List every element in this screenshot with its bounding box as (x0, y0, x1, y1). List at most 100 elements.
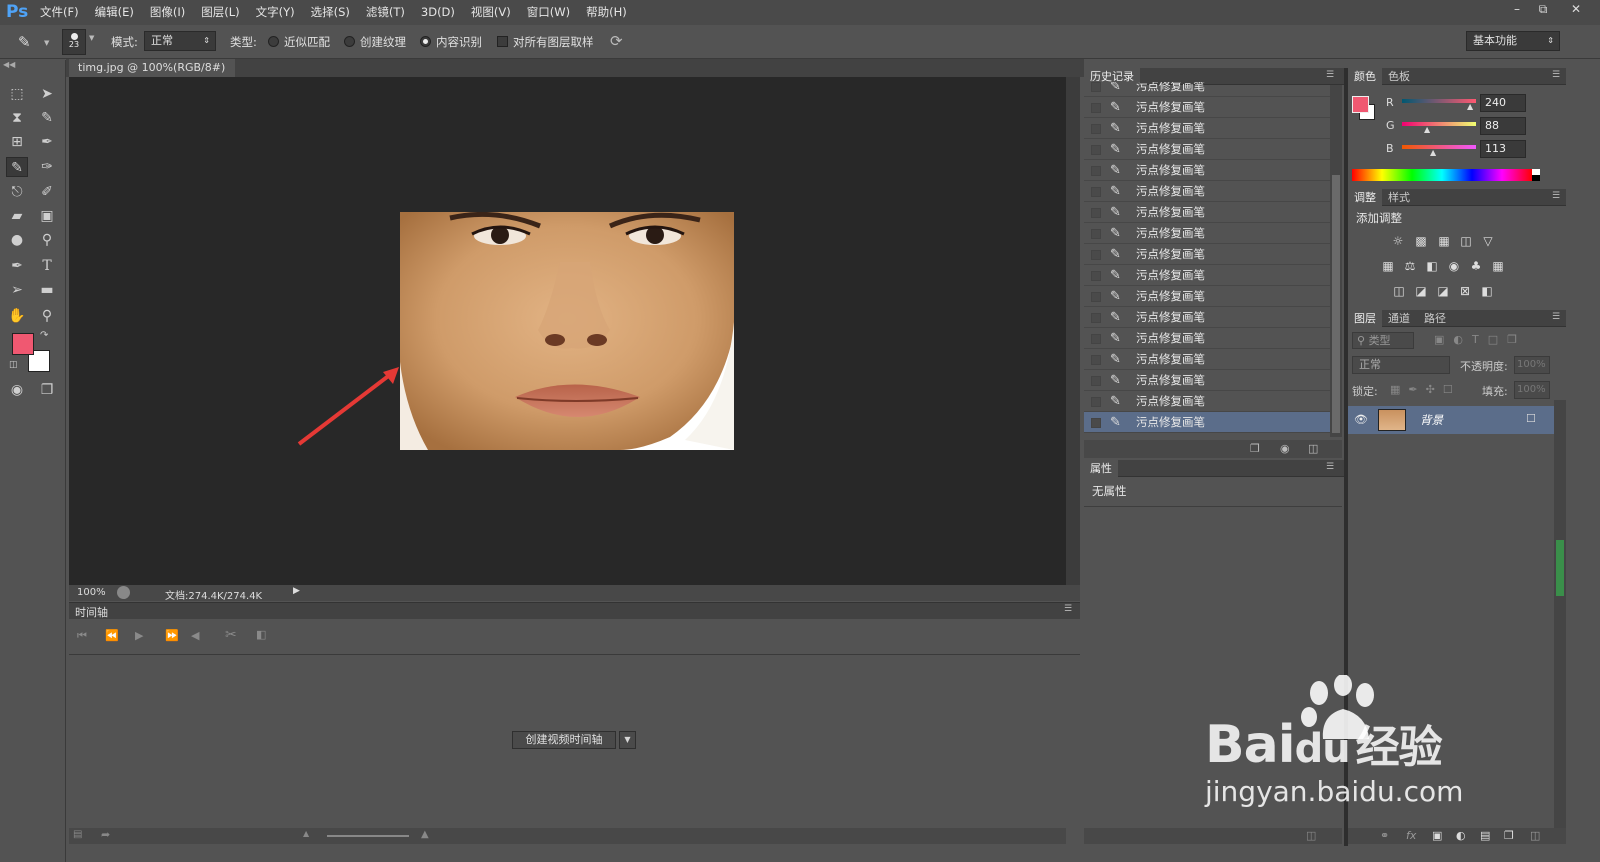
tab-styles[interactable]: 样式 (1382, 189, 1416, 206)
history-source-checkbox[interactable] (1091, 376, 1101, 386)
slider-thumb-icon[interactable]: ▲ (1430, 148, 1436, 157)
selective-color-icon[interactable]: ⊠ (1457, 284, 1473, 298)
status-menu-arrow-icon[interactable]: ▶ (293, 586, 300, 596)
b-slider[interactable] (1402, 145, 1476, 149)
brightness-icon[interactable]: ☼ (1390, 234, 1406, 248)
move-tool-icon[interactable]: ➤ (36, 84, 58, 104)
trash-icon[interactable]: ◫ (1306, 829, 1316, 842)
menu-type[interactable]: 文字(Y) (248, 0, 303, 25)
color-balance-icon[interactable]: ⚖ (1402, 259, 1418, 273)
panel-menu-icon[interactable]: ☰ (1326, 70, 1334, 80)
menu-view[interactable]: 视图(V) (463, 0, 519, 25)
spot-healing-tool-icon[interactable]: ✎ (6, 157, 28, 177)
history-source-checkbox[interactable] (1091, 166, 1101, 176)
blend-mode-select[interactable]: 正常 (1352, 356, 1450, 374)
eye-visibility-icon[interactable]: 👁 (1354, 413, 1368, 426)
history-state-item[interactable]: ✎ 污点修复画笔 (1084, 349, 1330, 370)
scrollbar-thumb[interactable] (1556, 540, 1564, 596)
r-value-field[interactable]: 240 (1480, 94, 1526, 112)
link-layers-icon[interactable]: ⚭ (1380, 829, 1389, 842)
history-state-item[interactable]: ✎ 污点修复画笔 (1084, 223, 1330, 244)
default-colors-icon[interactable]: ◫ (9, 360, 18, 370)
history-source-checkbox[interactable] (1091, 397, 1101, 407)
brush-tool-icon[interactable]: ✑ (36, 157, 58, 177)
tab-properties[interactable]: 属性 (1084, 460, 1118, 477)
audio-icon[interactable]: ◀ (191, 629, 199, 642)
zoom-level[interactable]: 100% (77, 587, 106, 598)
radio-proximity-match[interactable]: 近似匹配 (268, 34, 330, 50)
levels-icon[interactable]: ▩ (1413, 234, 1429, 248)
play-icon[interactable]: ▶ (135, 629, 143, 642)
close-icon[interactable]: ✕ (1563, 0, 1589, 18)
new-document-from-state-icon[interactable]: ❐ (1250, 442, 1260, 455)
invert-icon[interactable]: ◫ (1391, 284, 1407, 298)
menu-image[interactable]: 图像(I) (142, 0, 193, 25)
menu-3d[interactable]: 3D(D) (413, 0, 463, 25)
share-icon[interactable] (117, 586, 130, 599)
history-source-checkbox[interactable] (1091, 145, 1101, 155)
layer-filter-select[interactable]: ⚲ 类型 (1352, 332, 1414, 349)
canvas-scrollbar[interactable] (1066, 77, 1080, 585)
timeline-zoom-slider[interactable] (327, 835, 409, 837)
fx-icon[interactable]: fx (1406, 829, 1416, 842)
tab-layers[interactable]: 图层 (1348, 310, 1382, 327)
gradient-tool-icon[interactable]: ▣ (36, 206, 58, 226)
path-select-tool-icon[interactable]: ➢ (6, 280, 28, 300)
curves-icon[interactable]: ▦ (1436, 234, 1452, 248)
history-source-checkbox[interactable] (1091, 418, 1101, 428)
history-state-item[interactable]: ✎ 污点修复画笔 (1084, 244, 1330, 265)
pen-tool-icon[interactable]: ✒ (6, 256, 28, 276)
workspace-select[interactable]: 基本功能 ⇕ (1466, 31, 1560, 51)
history-state-item[interactable]: ✎ 污点修复画笔 (1084, 139, 1330, 160)
history-state-item[interactable]: ✎ 污点修复画笔 (1084, 265, 1330, 286)
spot-healing-brush-icon[interactable]: ✎ (18, 33, 31, 51)
history-scrollbar[interactable] (1330, 85, 1342, 437)
timeline-type-dropdown[interactable]: ▼ (619, 731, 636, 749)
fill-field[interactable]: 100% (1514, 381, 1550, 399)
brush-preset-picker[interactable]: 23 (62, 29, 86, 55)
zoom-in-icon[interactable]: ▲ (421, 829, 429, 840)
b-value-field[interactable]: 113 (1480, 140, 1526, 158)
clone-stamp-tool-icon[interactable]: ⎋ (6, 182, 28, 202)
render-icon[interactable]: ➦ (101, 828, 110, 841)
lasso-tool-icon[interactable]: ⧗ (6, 108, 28, 128)
history-state-item[interactable]: ✎ 污点修复画笔 (1084, 181, 1330, 202)
chevron-down-icon[interactable]: ▼ (89, 34, 94, 42)
panel-menu-icon[interactable]: ☰ (1326, 462, 1334, 472)
add-mask-icon[interactable]: ▣ (1432, 829, 1442, 842)
trash-icon[interactable]: ◫ (1530, 829, 1540, 842)
threshold-icon[interactable]: ◪ (1435, 284, 1451, 298)
hand-tool-icon[interactable]: ✋ (6, 306, 28, 326)
transition-icon[interactable]: ◧ (256, 628, 266, 641)
menu-help[interactable]: 帮助(H) (578, 0, 635, 25)
minimize-icon[interactable]: – (1504, 0, 1530, 18)
vibrance-icon[interactable]: ▽ (1480, 234, 1496, 248)
dodge-tool-icon[interactable]: ⚲ (36, 230, 58, 250)
history-state-item[interactable]: ✎ 污点修复画笔 (1084, 328, 1330, 349)
pressure-size-icon[interactable]: ⟳ (610, 32, 623, 50)
radio-content-aware[interactable]: 内容识别 (420, 34, 482, 50)
restore-icon[interactable]: ⧉ (1530, 0, 1556, 18)
color-spectrum-ramp[interactable] (1352, 169, 1532, 181)
next-frame-icon[interactable]: ⏩ (165, 629, 179, 642)
scrollbar-thumb[interactable] (1332, 175, 1340, 433)
swap-colors-icon[interactable]: ↷ (40, 330, 48, 341)
history-state-item[interactable]: ✎ 污点修复画笔 (1084, 97, 1330, 118)
menu-edit[interactable]: 编辑(E) (87, 0, 142, 25)
eyedropper-tool-icon[interactable]: ✒ (36, 132, 58, 152)
new-group-folder-icon[interactable]: ▤ (1480, 829, 1490, 842)
slider-thumb-icon[interactable]: ▲ (1467, 102, 1473, 111)
history-source-checkbox[interactable] (1091, 103, 1101, 113)
create-video-timeline-button[interactable]: 创建视频时间轴 (512, 731, 616, 749)
photo-filter-icon[interactable]: ◉ (1446, 259, 1462, 273)
black-white-ramp[interactable] (1532, 169, 1540, 181)
history-source-checkbox[interactable] (1091, 292, 1101, 302)
history-state-item[interactable]: ✎ 污点修复画笔 (1084, 370, 1330, 391)
history-state-item[interactable]: ✎ 污点修复画笔 (1084, 160, 1330, 181)
history-state-item[interactable]: ✎ 污点修复画笔 (1084, 118, 1330, 139)
lock-icons[interactable]: ▦✒✣☐ (1390, 383, 1461, 396)
menu-select[interactable]: 选择(S) (303, 0, 358, 25)
screen-mode-icon[interactable]: ❐ (36, 380, 58, 400)
history-source-checkbox[interactable] (1091, 334, 1101, 344)
first-frame-icon[interactable]: ⏮ (77, 629, 87, 643)
